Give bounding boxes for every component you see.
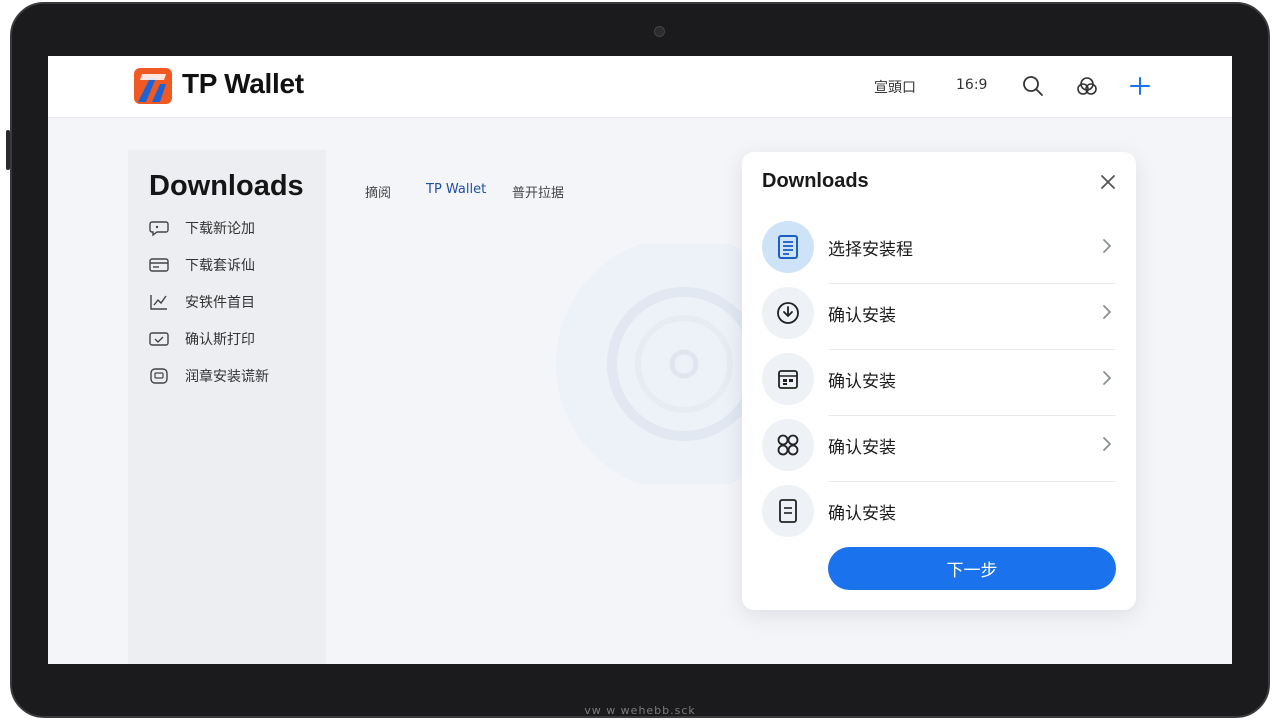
panel-item-3[interactable]: 确认安装 xyxy=(762,350,1116,416)
tab-3[interactable]: 普开拉据 xyxy=(512,182,564,201)
panel-item-label: 确认安装 xyxy=(828,372,896,392)
download-icon xyxy=(762,287,814,339)
card-icon xyxy=(148,256,170,274)
device-side-button xyxy=(6,130,10,170)
sidebar-item-1[interactable]: 下载新论加 xyxy=(148,216,255,240)
close-icon[interactable] xyxy=(1098,172,1118,192)
panel-item-4[interactable]: 确认安装 xyxy=(762,416,1116,482)
device-icon xyxy=(148,367,170,385)
panel-item-label: 确认安装 xyxy=(828,504,896,524)
chevron-right-icon xyxy=(1103,437,1111,451)
panel-item-5[interactable]: 确认安装 xyxy=(762,482,1116,538)
sidebar-item-3[interactable]: 安铁件首目 xyxy=(148,290,255,314)
top-link-ratio[interactable]: 16:9 xyxy=(956,77,987,93)
document-icon xyxy=(762,221,814,273)
panel-item-label: 确认安装 xyxy=(828,438,896,458)
chevron-right-icon xyxy=(1103,305,1111,319)
panel-item-label: 选择安装程 xyxy=(828,240,913,260)
sidebar-item-label: 确认斯打印 xyxy=(185,332,255,348)
camera-dot xyxy=(654,26,665,37)
downloads-panel: Downloads 选择安装程 确认安装 确认安装 确认安装 确认安装 下一步 xyxy=(742,152,1136,610)
apps-icon xyxy=(762,419,814,471)
chevron-right-icon xyxy=(1103,371,1111,385)
panel-item-2[interactable]: 确认安装 xyxy=(762,284,1116,350)
top-link-window[interactable]: 宣頭口 xyxy=(874,77,916,97)
message-check-icon xyxy=(148,330,170,348)
screen: TP Wallet 宣頭口 16:9 Downloads 下载新论加 下载套诉仙 xyxy=(48,56,1232,664)
user-icon[interactable] xyxy=(1074,73,1100,99)
tp-wallet-logo-icon xyxy=(134,68,172,104)
panel-item-label: 确认安装 xyxy=(828,306,896,326)
calendar-icon xyxy=(762,353,814,405)
sidebar-item-label: 润章安装谎新 xyxy=(185,369,269,385)
tab-tp-wallet[interactable]: TP Wallet xyxy=(426,182,486,197)
file-icon xyxy=(762,485,814,537)
chevron-right-icon xyxy=(1103,239,1111,253)
brand-title: TP Wallet xyxy=(182,68,304,99)
chart-icon xyxy=(148,293,170,311)
plus-icon[interactable] xyxy=(1127,73,1153,99)
sidebar-item-2[interactable]: 下载套诉仙 xyxy=(148,253,255,277)
chat-icon xyxy=(148,219,170,237)
sidebar-item-label: 下载新论加 xyxy=(185,221,255,237)
sidebar-item-label: 安铁件首目 xyxy=(185,295,255,311)
panel-title: Downloads xyxy=(762,170,869,192)
tab-1[interactable]: 摘阅 xyxy=(365,182,391,201)
search-icon[interactable] xyxy=(1020,73,1046,99)
top-bar: TP Wallet 宣頭口 16:9 xyxy=(48,56,1232,118)
panel-item-1[interactable]: 选择安装程 xyxy=(762,218,1116,284)
sidebar: Downloads 下载新论加 下载套诉仙 安铁件首目 确认斯打印 润章安装谎新 xyxy=(128,150,326,664)
sidebar-item-4[interactable]: 确认斯打印 xyxy=(148,327,255,351)
device-footer-text: vw w wehebb.sck xyxy=(584,704,696,717)
next-step-button[interactable]: 下一步 xyxy=(828,547,1116,590)
sidebar-item-label: 下载套诉仙 xyxy=(185,258,255,274)
sidebar-item-5[interactable]: 润章安装谎新 xyxy=(148,364,269,388)
sidebar-title: Downloads xyxy=(149,170,304,202)
